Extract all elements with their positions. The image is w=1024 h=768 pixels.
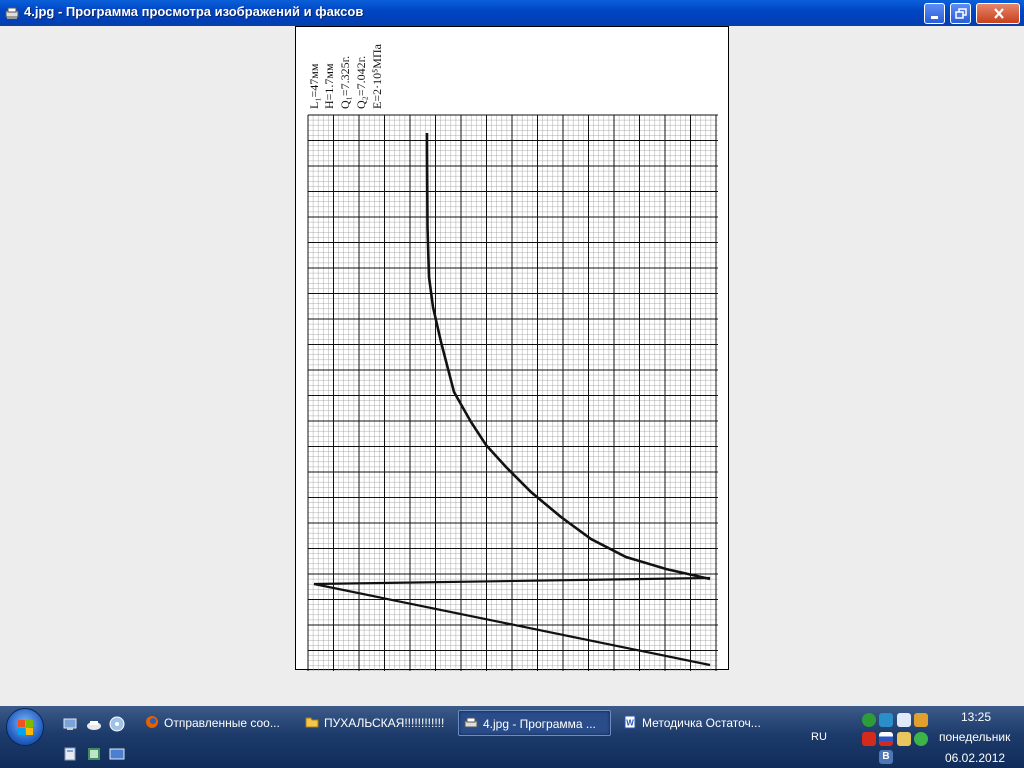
- network-icon[interactable]: [86, 716, 102, 732]
- label-q1: Q₁=7.325г.: [338, 56, 352, 109]
- task-label: 4.jpg - Программа ...: [483, 717, 596, 731]
- start-button[interactable]: [6, 708, 44, 746]
- explorer-icon[interactable]: [86, 746, 102, 762]
- svg-text:W: W: [626, 719, 634, 728]
- clock-date: 06.02.2012: [945, 751, 1006, 765]
- russian-flag-icon[interactable]: [879, 732, 893, 746]
- network-tray-icon[interactable]: [897, 732, 911, 746]
- language-indicator[interactable]: RU: [811, 731, 827, 743]
- utorrent-icon[interactable]: [862, 713, 876, 727]
- task-button-image-viewer[interactable]: 4.jpg - Программа ...: [458, 710, 611, 736]
- show-desktop-icon[interactable]: [62, 716, 78, 732]
- vk-icon[interactable]: В: [879, 750, 893, 764]
- image-viewer-area: L₁=47мм H=1.7мм Q₁=7.325г. Q₂=7.042г. E=…: [0, 26, 1024, 723]
- grid-minor-lines: [308, 115, 718, 671]
- skype-icon[interactable]: [879, 713, 893, 727]
- restore-button[interactable]: [950, 3, 971, 24]
- label-q2: Q₂=7.042г.: [354, 56, 368, 109]
- task-button-word[interactable]: W Методичка Остаточ...: [618, 710, 768, 736]
- task-label: ПУХАЛЬСКАЯ!!!!!!!!!!!!: [324, 716, 445, 730]
- minimize-icon: [931, 16, 938, 19]
- image-viewer-icon: [5, 7, 19, 19]
- clock-time[interactable]: 13:25: [961, 710, 991, 724]
- close-icon: [994, 8, 1004, 19]
- desktop-icon[interactable]: [109, 746, 125, 762]
- task-label: Отправленные соо...: [164, 716, 280, 730]
- window-titlebar[interactable]: 4.jpg - Программа просмотра изображений …: [0, 0, 1024, 26]
- task-button-firefox[interactable]: Отправленные соо...: [140, 710, 290, 736]
- minimize-button[interactable]: [924, 3, 945, 24]
- clock-day: понедельник: [939, 730, 1011, 744]
- image-viewer-icon: [464, 717, 478, 728]
- grid-major-lines: [307, 114, 718, 671]
- word-icon: W: [624, 715, 636, 729]
- graph-paper-image: L₁=47мм H=1.7мм Q₁=7.325г. Q₂=7.042г. E=…: [307, 43, 718, 671]
- deflection-curve: [425, 133, 711, 581]
- close-button[interactable]: [976, 3, 1020, 24]
- label-e: E=2·10⁵МПа: [370, 43, 384, 109]
- documents-icon[interactable]: [62, 746, 78, 762]
- windows-logo-icon: [18, 720, 33, 735]
- label-l1: L₁=47мм: [307, 63, 321, 109]
- media-player-icon[interactable]: [109, 716, 125, 732]
- icq-icon[interactable]: [914, 732, 928, 746]
- window-title: 4.jpg - Программа просмотра изображений …: [24, 4, 364, 19]
- task-button-folder[interactable]: ПУХАЛЬСКАЯ!!!!!!!!!!!!: [300, 710, 448, 736]
- taskbar: Отправленные соо... ПУХАЛЬСКАЯ!!!!!!!!!!…: [0, 706, 1024, 768]
- restore-icon: [955, 8, 967, 19]
- task-label: Методичка Остаточ...: [642, 716, 761, 730]
- label-h: H=1.7мм: [322, 63, 336, 109]
- folder-icon: [305, 717, 319, 728]
- firefox-icon: [146, 716, 158, 728]
- antivirus-icon[interactable]: [862, 732, 876, 746]
- volume-icon[interactable]: [897, 713, 911, 727]
- displayed-image: L₁=47мм H=1.7мм Q₁=7.325г. Q₂=7.042г. E=…: [295, 26, 729, 671]
- power-icon[interactable]: [914, 713, 928, 727]
